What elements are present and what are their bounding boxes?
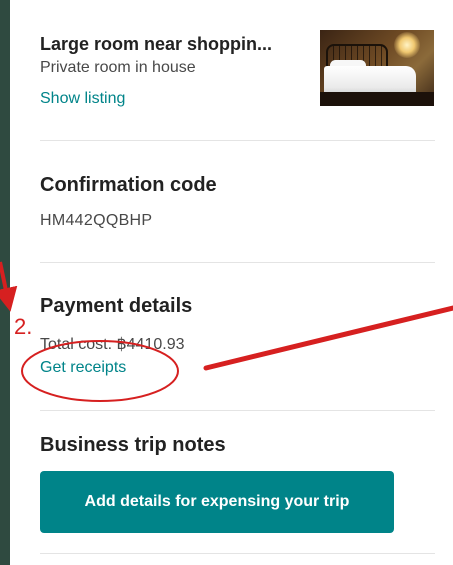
add-expense-details-button[interactable]: Add details for expensing your trip: [40, 471, 394, 533]
total-cost-text: Total cost: ฿4410.93: [40, 336, 185, 353]
show-listing-link[interactable]: Show listing: [40, 90, 125, 108]
listing-title: Large room near shoppin...: [40, 34, 273, 54]
business-trip-notes-heading: Business trip notes: [40, 434, 226, 456]
listing-subtitle: Private room in house: [40, 59, 196, 76]
annotation-step-label: 2.: [14, 314, 33, 339]
payment-details-heading: Payment details: [40, 295, 193, 317]
get-receipts-link[interactable]: Get receipts: [40, 359, 126, 377]
reservation-details-panel: Large room near shoppin... Private room …: [10, 0, 453, 565]
confirmation-code-value: HM442QQBHP: [40, 212, 153, 229]
confirmation-code-heading: Confirmation code: [40, 174, 217, 196]
section-divider: [40, 262, 435, 263]
annotation-arrow-left: [0, 261, 18, 312]
listing-card[interactable]: Large room near shoppin... Private room …: [10, 0, 453, 140]
section-divider: [40, 553, 435, 554]
listing-thumbnail[interactable]: [320, 30, 434, 106]
section-divider: [40, 410, 435, 411]
section-divider: [40, 140, 435, 141]
